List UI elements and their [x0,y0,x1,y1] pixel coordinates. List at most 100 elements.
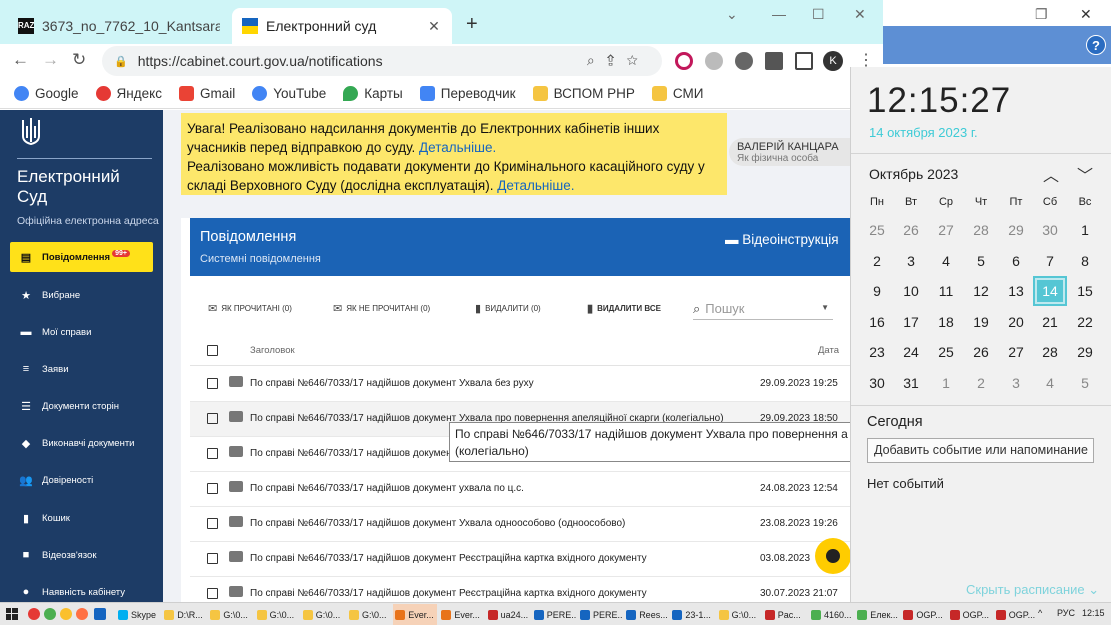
firefox-icon[interactable] [76,608,88,620]
taskbar-item[interactable]: Ever... [393,604,438,625]
taskbar-item[interactable]: Skype [116,604,160,625]
hide-schedule-link[interactable]: Скрыть расписание ⌄ [966,582,1099,598]
calendar-day[interactable]: 30 [1033,215,1067,245]
calendar-day[interactable]: 29 [1068,337,1102,367]
maximize-icon[interactable]: ☐ [812,6,825,23]
calendar-day[interactable]: 12 [964,276,998,306]
sidebar-item-party-documents[interactable]: ☰ Документи сторін [10,391,153,421]
taskbar-item[interactable]: G:\0... [255,604,299,625]
reload-icon[interactable]: ↻ [72,50,86,70]
new-tab-button[interactable]: + [466,13,478,36]
details-link[interactable]: Детальніше. [497,178,574,193]
calendar-day[interactable]: 4 [1033,368,1067,398]
select-all-checkbox[interactable] [207,345,218,356]
calendar-day[interactable]: 28 [1033,337,1067,367]
calendar-day[interactable]: 3 [999,368,1033,398]
bookmark-gmail[interactable]: Gmail [178,85,235,101]
calendar-day[interactable]: 2 [964,368,998,398]
table-row[interactable]: По справі №646/7033/17 надійшов документ… [190,367,853,402]
calendar-day[interactable]: 15 [1068,276,1102,306]
calendar-day[interactable]: 13 [999,276,1033,306]
calendar-day[interactable]: 11 [929,276,963,306]
minimize-icon[interactable]: — [772,6,786,22]
taskbar-item[interactable]: PERE... [578,604,622,625]
calendar-day[interactable]: 29 [999,215,1033,245]
calendar-day[interactable]: 27 [929,215,963,245]
windows-start-icon[interactable] [6,608,18,620]
mark-unread-button[interactable]: ✉ ЯК НЕ ПРОЧИТАНІ (0) [333,302,430,315]
search-input[interactable]: ⌕ Пошук ▼ [693,298,833,320]
taskbar-item[interactable]: OGP... [994,604,1038,625]
taskbar-clock[interactable]: 12:15 [1082,608,1105,618]
bookmark-folder[interactable]: ВСПОМ РНР [532,85,635,101]
forward-icon[interactable]: → [42,50,59,70]
delete-all-button[interactable]: ▮ ВИДАЛИТИ ВСЕ [587,302,661,315]
row-checkbox[interactable] [207,588,218,599]
taskbar-item[interactable]: 23-1... [670,604,714,625]
close-tab-icon[interactable]: ✕ [426,18,442,35]
taskbar-item[interactable]: Pac... [763,604,807,625]
taskbar-item[interactable]: ua24... [486,604,530,625]
taskbar-item[interactable]: 4160... [809,604,853,625]
row-checkbox[interactable] [207,518,218,529]
bookmark-maps[interactable]: Карты [343,85,403,101]
chevron-up-icon[interactable]: ︿ [1043,162,1059,186]
calendar-day[interactable]: 6 [999,246,1033,276]
user-menu[interactable]: ВАЛЕРІЙ КАНЦАРА Як фізична особа [729,138,853,166]
calendar-day[interactable]: 1 [1068,215,1102,245]
calendar-day[interactable]: 2 [860,246,894,276]
taskbar-item[interactable]: Ever... [439,604,483,625]
language-indicator[interactable]: РУС [1057,608,1075,618]
video-instruction-link[interactable]: ▬ Відеоінструкція [725,232,839,247]
delete-button[interactable]: ▮ ВИДАЛИТИ (0) [475,302,541,315]
back-icon[interactable]: ← [12,50,29,70]
sidebar-item-video-link[interactable]: ■ Відеозв'язок [10,540,153,570]
taskbar-item[interactable]: PERE... [532,604,576,625]
clock-date[interactable]: 14 октября 2023 г. [869,125,978,140]
calendar-day[interactable]: 19 [964,307,998,337]
sidebar-item-trash[interactable]: ▮ Кошик [10,503,153,533]
row-checkbox[interactable] [207,378,218,389]
details-link[interactable]: Детальніше. [419,140,496,155]
calendar-day[interactable]: 25 [860,215,894,245]
sidebar-item-applications[interactable]: ≡ Заяви [10,354,153,384]
calendar-day[interactable]: 5 [1068,368,1102,398]
call-button[interactable] [815,538,851,574]
extension-icon[interactable] [735,52,753,70]
close-window-icon[interactable]: ✕ [1080,6,1092,23]
taskbar-item[interactable]: G:\0... [208,604,252,625]
calendar-day[interactable]: 4 [929,246,963,276]
profile-avatar[interactable]: K [823,51,843,71]
calendar-day[interactable]: 16 [860,307,894,337]
side-panel-icon[interactable] [795,52,813,70]
chrome-icon[interactable] [44,608,56,620]
calendar-day[interactable]: 9 [860,276,894,306]
browser-tab-active[interactable]: Електронний суд ✕ [232,8,452,44]
calendar-day[interactable]: 27 [999,337,1033,367]
table-row[interactable]: По справі №646/7033/17 надійшов документ… [190,472,853,507]
taskbar-item[interactable]: D:\R... [162,604,206,625]
calendar-day[interactable]: 28 [964,215,998,245]
chevron-down-icon[interactable]: ▼ [821,303,829,312]
calendar-day[interactable]: 31 [894,368,928,398]
calendar-day[interactable]: 20 [999,307,1033,337]
row-checkbox[interactable] [207,483,218,494]
taskbar-item[interactable]: OGP... [948,604,992,625]
calendar-day[interactable]: 24 [894,337,928,367]
app-icon[interactable] [94,608,106,620]
calendar-day[interactable]: 23 [860,337,894,367]
table-row[interactable]: По справі №646/7033/17 надійшов документ… [190,577,853,602]
sidebar-item-powers-of-attorney[interactable]: 👥 Довіреності [10,465,153,495]
calendar-day[interactable]: 18 [929,307,963,337]
calendar-month[interactable]: Октябрь 2023 [869,166,958,182]
bookmark-youtube[interactable]: YouTube [252,85,326,101]
add-event-field[interactable]: Добавить событие или напоминание [867,438,1094,463]
calendar-day[interactable]: 7 [1033,246,1067,276]
sidebar-item-favorites[interactable]: ★ Вибране [10,280,153,310]
table-row[interactable]: По справі №646/7033/17 надійшов документ… [190,507,853,542]
close-window-icon[interactable]: ✕ [854,6,866,23]
chrome-icon[interactable] [28,608,40,620]
taskbar-item[interactable]: OGP... [901,604,945,625]
taskbar-item[interactable]: Елек... [855,604,899,625]
app-icon[interactable] [60,608,72,620]
